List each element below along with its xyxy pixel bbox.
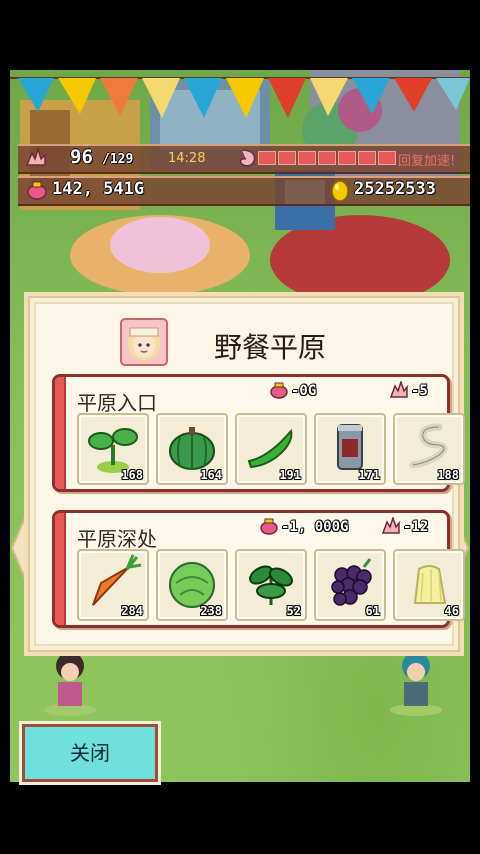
bunting-flags [10,77,470,118]
stamina-icon [389,381,408,398]
money-cost: -1, 000G [281,519,349,535]
area-entrance-section[interactable]: 平原入口 -0G -5 168 164 191 171 188 [52,374,465,492]
area-deep-section[interactable]: 平原深处 -1, 000G -12 284 238 52 61 46 [52,510,465,628]
stamina-current: 96 [70,146,93,168]
stamina-icon [381,517,400,534]
dialog-inner: 野餐平原 平原入口 -0G -5 168 164 191 171 188 平原深… [34,302,465,646]
item-slot[interactable]: 188 [393,413,465,485]
item-slot[interactable]: 238 [156,549,228,621]
item-count: 61 [365,604,380,618]
recovery-gauge [258,151,396,165]
item-count: 168 [121,468,143,482]
item-count: 52 [286,604,301,618]
item-slot[interactable]: 61 [314,549,386,621]
money-amount: 142, 541G [52,179,145,199]
close-button[interactable]: 关闭 [19,721,161,785]
item-slot[interactable]: 191 [235,413,307,485]
dialog-title: 野餐平原 [214,331,327,364]
stamina-cost: -5 [411,383,428,399]
purse-icon [260,518,278,535]
item-count: 46 [444,604,459,618]
item-count: 188 [437,468,459,482]
recover-speedup-label[interactable]: 回复加速! [398,150,455,169]
egg-count: 25252533 [354,179,436,199]
item-count: 284 [121,604,143,618]
purse-icon [27,181,47,200]
clock-time: 14:28 [168,151,206,166]
item-row: 168 164 191 171 188 [77,413,465,485]
item-row: 284 238 52 61 46 [77,549,465,621]
item-count: 171 [358,468,380,482]
scene-character-right [390,652,442,716]
item-count: 164 [200,468,222,482]
stomach-icon [239,149,256,167]
status-bar-top: 96 /129 14:28 回复加速! [18,144,470,174]
item-slot[interactable]: 164 [156,413,228,485]
stamina-cost: -12 [403,519,429,535]
purse-icon [270,382,288,399]
item-slot[interactable]: 168 [77,413,149,485]
guide-girl-portrait-icon [120,318,168,366]
section-stripe [55,513,66,625]
golden-egg-icon [331,180,349,201]
stamina-max: /129 [102,152,134,167]
stamina-icon [25,147,46,166]
item-slot[interactable]: 46 [393,549,465,621]
item-slot[interactable]: 52 [235,549,307,621]
item-count: 191 [279,468,301,482]
money-cost: -0G [291,383,317,399]
area-select-dialog: 野餐平原 平原入口 -0G -5 168 164 191 171 188 平原深… [24,292,465,656]
item-count: 238 [200,604,222,618]
item-slot[interactable]: 284 [77,549,149,621]
section-stripe [55,377,66,489]
item-slot[interactable]: 171 [314,413,386,485]
section-title: 平原深处 [77,527,157,551]
section-title: 平原入口 [77,391,157,415]
scene-character-left [44,652,96,716]
status-bar-money: 142, 541G 25252533 [18,176,470,206]
